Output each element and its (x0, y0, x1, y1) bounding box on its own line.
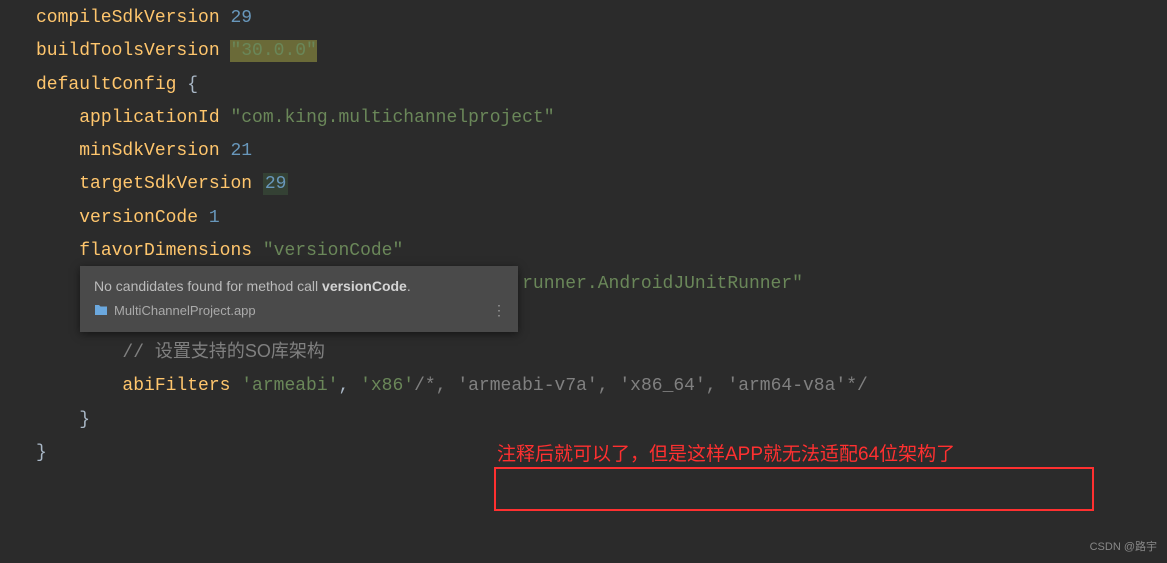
more-icon[interactable]: ⋮ (492, 299, 506, 321)
brace: } (79, 410, 90, 430)
comment-separator: , (598, 376, 620, 396)
number-literal-highlighted: 29 (263, 173, 289, 195)
code-line: } (0, 404, 1167, 437)
user-annotation-text: 注释后就可以了，但是这样APP就无法适配64位架构了 (497, 437, 955, 472)
method-call: defaultConfig (36, 75, 187, 95)
code-line: // 设置支持的SO库架构 (0, 335, 1167, 370)
code-line: flavorDimensions "versionCode" (0, 235, 1167, 268)
comment-space (447, 376, 458, 396)
code-editor[interactable]: compileSdkVersion 29 buildToolsVersion "… (0, 0, 1167, 470)
code-line: defaultConfig { (0, 69, 1167, 102)
commented-string: 'x86_64' (619, 376, 705, 396)
code-line: targetSdkVersion 29 (0, 168, 1167, 201)
brace: { (187, 75, 198, 95)
comment-text: 设置支持的SO库架构 (155, 341, 325, 361)
string-literal: "com.king.multichannelproject" (230, 108, 554, 128)
error-tooltip[interactable]: No candidates found for method call vers… (80, 266, 518, 332)
method-call: targetSdkVersion (79, 174, 263, 194)
tooltip-file-row[interactable]: MultiChannelProject.app (94, 300, 504, 322)
string-literal: 'x86' (360, 376, 414, 396)
brace: } (36, 443, 47, 463)
tooltip-filename: MultiChannelProject.app (114, 301, 256, 322)
method-call: applicationId (79, 108, 230, 128)
folder-icon (94, 300, 108, 322)
watermark: CSDN @路宇 (1090, 537, 1157, 557)
tooltip-method-name: versionCode (322, 278, 407, 294)
string-literal: 'armeabi' (241, 376, 338, 396)
code-line: abiFilters 'armeabi', 'x86'/*, 'armeabi-… (0, 370, 1167, 403)
comment-separator: , (706, 376, 728, 396)
method-call: buildToolsVersion (36, 41, 230, 61)
code-line: applicationId "com.king.multichannelproj… (0, 102, 1167, 135)
method-call: compileSdkVersion (36, 8, 230, 28)
number-literal: 21 (230, 141, 252, 161)
code-line: versionCode 1 (0, 202, 1167, 235)
commented-string: 'armeabi-v7a' (457, 376, 597, 396)
method-call: minSdkVersion (79, 141, 230, 161)
tooltip-suffix: . (407, 278, 411, 294)
separator: , (338, 376, 360, 396)
method-call: versionCode (79, 208, 209, 228)
comment-marker: // (122, 343, 154, 363)
code-line: minSdkVersion 21 (0, 135, 1167, 168)
string-literal-highlighted: "30.0.0" (230, 40, 316, 62)
block-comment-start: /*, (414, 376, 446, 396)
code-line: compileSdkVersion 29 (0, 2, 1167, 35)
method-call: flavorDimensions (79, 241, 263, 261)
method-call: abiFilters (122, 376, 241, 396)
string-literal: "versionCode" (263, 241, 403, 261)
tooltip-prefix: No candidates found for method call (94, 278, 322, 294)
code-line: buildToolsVersion "30.0.0" (0, 35, 1167, 68)
commented-string: 'arm64-v8a' (727, 376, 846, 396)
tooltip-message: No candidates found for method call vers… (94, 275, 504, 297)
user-annotation-box (494, 467, 1094, 511)
number-literal: 29 (230, 8, 252, 28)
number-literal: 1 (209, 208, 220, 228)
block-comment-end: */ (846, 376, 868, 396)
